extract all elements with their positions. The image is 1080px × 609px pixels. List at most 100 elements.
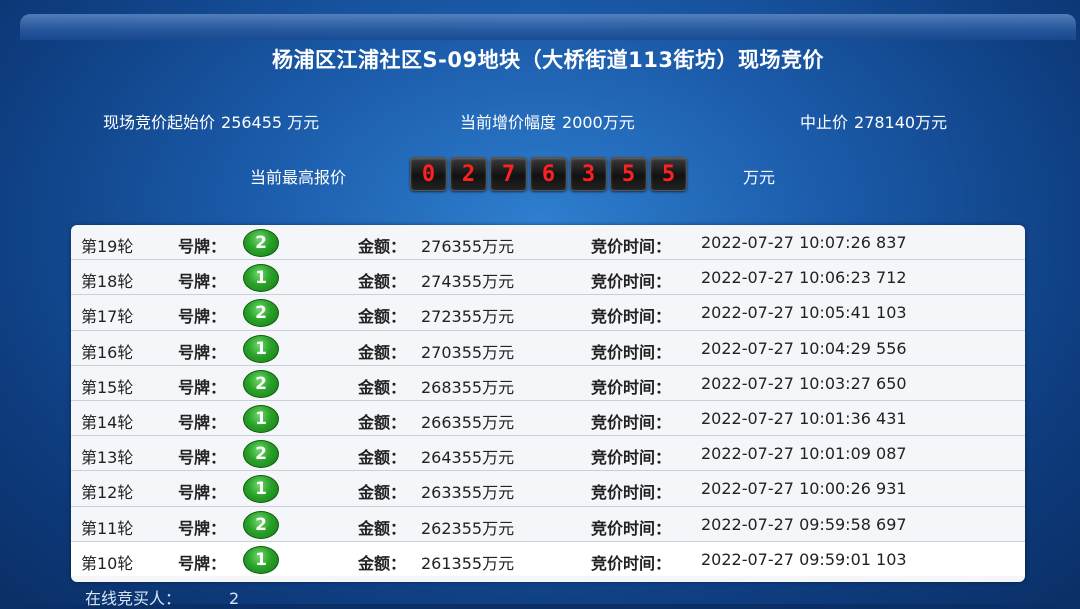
bid-round: 第17轮 (81, 307, 134, 327)
amount-label: 金额： (358, 237, 407, 256)
paddle-label: 号牌： (178, 237, 227, 256)
bid-round: 第12轮 (81, 483, 134, 503)
bid-time: 2022-07-27 10:05:41 103 (701, 303, 907, 323)
online-bidders: 在线竞买人： 2 (85, 585, 239, 609)
amount-label: 金额： (358, 412, 407, 432)
bid-amount: 276355万元 (421, 237, 515, 256)
bid-digit: 7 (490, 157, 527, 191)
bid-round: 第11轮 (81, 518, 134, 538)
amount-label: 金额： (358, 272, 407, 292)
paddle-label: 号牌： (178, 412, 227, 432)
bid-row: 第19轮 号牌： 2 金额： 276355万元 竞价时间： 2022-07-27 10:07… (71, 225, 1025, 261)
paddle-number-badge: 1 (243, 545, 279, 574)
online-bidders-count: 2 (229, 589, 240, 608)
bid-row: 第15轮 号牌： 2 金额： 268355万元 竞价时间： 2022-07-27 10:03… (71, 366, 1025, 401)
paddle-number-badge: 1 (243, 264, 279, 293)
bid-time: 2022-07-27 10:00:26 931 (701, 479, 907, 499)
bid-digit: 5 (610, 157, 647, 191)
highest-bid-label: 当前最高报价 (250, 168, 347, 187)
amount-label: 金额： (358, 307, 407, 327)
bid-amount: 272355万元 (421, 307, 515, 327)
bid-time: 2022-07-27 10:07:26 837 (701, 233, 907, 252)
bid-row: 第17轮 号牌： 2 金额： 272355万元 竞价时间： 2022-07-27 10:05… (71, 295, 1025, 331)
cap-price-label: 中止价 (800, 113, 849, 132)
paddle-label: 号牌： (178, 518, 227, 538)
increment-label: 当前增价幅度 (460, 113, 557, 132)
bid-amount: 266355万元 (421, 412, 515, 432)
paddle-label: 号牌： (178, 553, 227, 573)
bid-amount: 264355万元 (421, 448, 515, 468)
paddle-number-badge: 2 (243, 229, 279, 257)
amount-label: 金额： (358, 448, 407, 468)
bid-digit: 3 (570, 157, 607, 191)
bid-row: 第16轮 号牌： 1 金额： 270355万元 竞价时间： 2022-07-27 10:04… (71, 331, 1025, 366)
bid-time-label: 竞价时间： (591, 412, 672, 432)
bid-time-label: 竞价时间： (591, 237, 672, 256)
paddle-label: 号牌： (178, 448, 227, 468)
bid-amount: 268355万元 (421, 377, 515, 397)
bid-round: 第18轮 (81, 272, 134, 292)
paddle-number-badge: 1 (243, 404, 279, 433)
amount-label: 金额： (358, 553, 407, 573)
paddle-number-badge: 1 (243, 475, 279, 504)
increment-info: 当前增价幅度 2000万元 (460, 109, 635, 133)
bid-history-panel: 第19轮 号牌： 2 金额： 276355万元 竞价时间： 2022-07-27 10:07… (71, 225, 1025, 582)
window-top-bar (20, 14, 1076, 40)
bid-row: 第10轮 号牌： 1 金额： 261355万元 竞价时间： 2022-07-27 09:59… (71, 541, 1025, 576)
paddle-number-badge: 2 (243, 440, 279, 469)
amount-label: 金额： (358, 377, 407, 397)
bid-time: 2022-07-27 09:59:01 103 (701, 549, 907, 569)
bid-digit: 5 (650, 157, 687, 191)
bid-time-label: 竞价时间： (591, 272, 672, 292)
bid-round: 第14轮 (81, 412, 134, 432)
bid-time-label: 竞价时间： (591, 448, 672, 468)
bid-round: 第19轮 (81, 237, 134, 256)
online-bidders-label: 在线竞买人： (85, 589, 182, 608)
bid-time: 2022-07-27 10:04:29 556 (701, 338, 907, 358)
amount-label: 金额： (358, 342, 407, 362)
start-price-label: 现场竞价起始价 (103, 113, 216, 132)
bid-time-label: 竞价时间： (591, 307, 672, 327)
bid-row: 第13轮 号牌： 2 金额： 264355万元 竞价时间： 2022-07-27 10:01… (71, 436, 1025, 472)
bid-amount: 262355万元 (421, 518, 515, 538)
bid-time-label: 竞价时间： (591, 518, 672, 538)
bid-amount: 261355万元 (421, 553, 515, 573)
paddle-label: 号牌： (178, 272, 227, 292)
bid-round: 第13轮 (81, 448, 134, 468)
bid-round: 第10轮 (81, 553, 134, 573)
amount-label: 金额： (358, 483, 407, 503)
bid-amount: 263355万元 (421, 483, 515, 503)
bid-time: 2022-07-27 10:01:09 087 (701, 444, 907, 464)
bid-time: 2022-07-27 10:03:27 650 (701, 373, 907, 393)
bid-amount: 274355万元 (421, 272, 515, 292)
bid-digit: 0 (410, 157, 447, 191)
bid-row: 第14轮 号牌： 1 金额： 266355万元 竞价时间： 2022-07-27 10:01… (71, 401, 1025, 437)
paddle-number-badge: 2 (243, 369, 279, 398)
bid-time-label: 竞价时间： (591, 483, 672, 503)
bid-time: 2022-07-27 10:06:23 712 (701, 268, 907, 288)
bid-time: 2022-07-27 09:59:58 697 (701, 514, 907, 534)
paddle-number-badge: 2 (243, 299, 279, 328)
paddle-number-badge: 2 (243, 510, 279, 539)
auction-screen: 杨浦区江浦社区S-09地块（大桥街道113街坊）现场竞价 现场竞价起始价 2564… (0, 0, 1080, 608)
amount-label: 金额： (358, 518, 407, 538)
increment-value: 2000万元 (562, 113, 635, 132)
bid-amount: 270355万元 (421, 342, 515, 362)
bid-row: 第18轮 号牌： 1 金额： 274355万元 竞价时间： 2022-07-27 10:06… (71, 260, 1025, 296)
bid-digit: 2 (450, 157, 487, 191)
highest-bid-unit: 万元 (743, 168, 776, 187)
bid-time: 2022-07-27 10:01:36 431 (701, 408, 907, 428)
bid-time-label: 竞价时间： (591, 342, 672, 362)
paddle-label: 号牌： (178, 307, 227, 327)
paddle-label: 号牌： (178, 483, 227, 503)
paddle-number-badge: 1 (243, 334, 279, 363)
paddle-label: 号牌： (178, 342, 227, 362)
start-price-info: 现场竞价起始价 256455 万元 (103, 109, 319, 133)
bid-time-label: 竞价时间： (591, 553, 672, 573)
start-price-value: 256455 万元 (221, 113, 320, 132)
bid-row: 第12轮 号牌： 1 金额： 263355万元 竞价时间： 2022-07-27 10:00… (71, 471, 1025, 507)
bid-row: 第11轮 号牌： 2 金额： 262355万元 竞价时间： 2022-07-27 09:59… (71, 507, 1025, 542)
cap-price-info: 中止价 278140万元 (800, 109, 947, 133)
bid-round: 第16轮 (81, 342, 134, 362)
bid-time-label: 竞价时间： (591, 377, 672, 397)
